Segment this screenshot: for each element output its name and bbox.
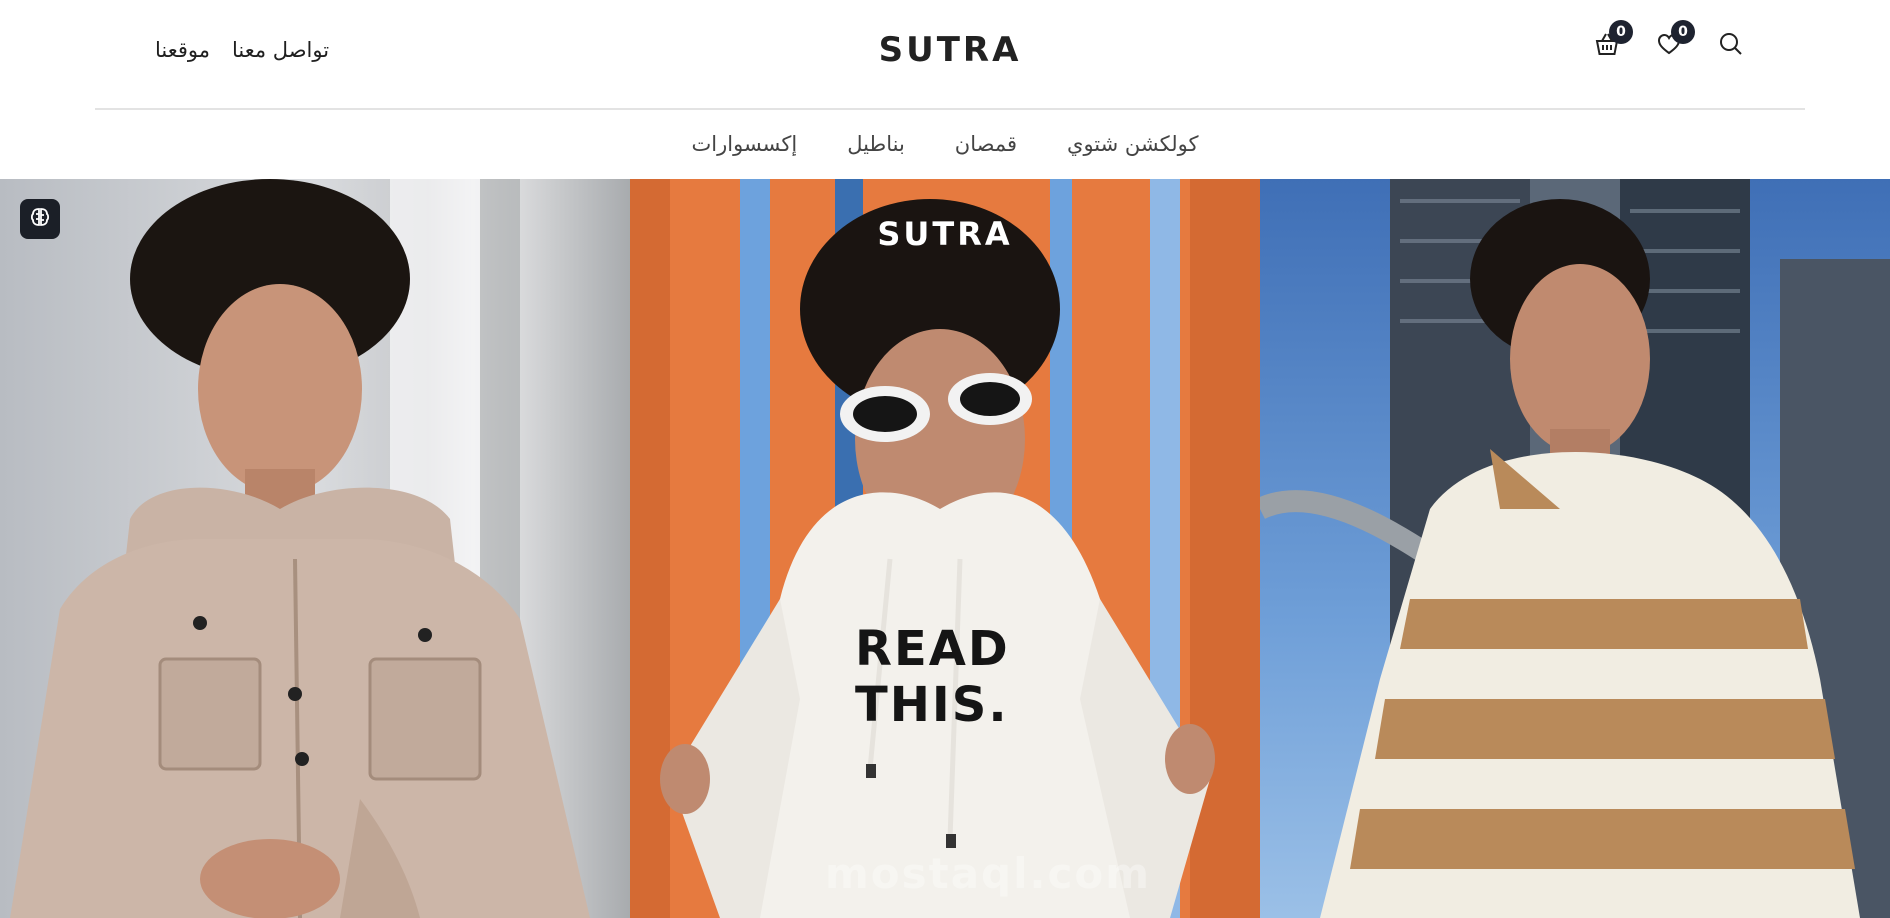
hero-logo: SUTRA: [877, 215, 1013, 253]
location-link[interactable]: موقعنا: [155, 38, 210, 62]
hoodie-model-illustration: [630, 179, 1260, 918]
jacket-model-illustration: [10, 179, 590, 918]
watermark: mostaql.com: [825, 849, 1151, 898]
main-nav: كولكشن شتوي قمصان بناطيل إكسسوارات: [0, 110, 1890, 178]
cart-count-badge: 0: [1609, 20, 1633, 44]
hero-panel-jacket[interactable]: [0, 179, 630, 918]
site-header: تواصل معنا موقعنا SUTRA 0 0 كولكشن شتوي …: [0, 0, 1890, 178]
wishlist-button[interactable]: 0: [1655, 20, 1695, 60]
search-icon: [1718, 31, 1744, 61]
ai-assistant-button[interactable]: [20, 199, 60, 239]
site-logo[interactable]: SUTRA: [879, 30, 1022, 70]
sweater-model-illustration: [1260, 179, 1890, 918]
nav-item-accessories[interactable]: إكسسوارات: [692, 132, 798, 156]
hoodie-print-line2: THIS.: [855, 677, 1009, 733]
hoodie-print-line1: READ: [855, 621, 1010, 677]
hero-panel-hoodie[interactable]: SUTRA READ THIS. mostaql.com: [630, 179, 1260, 918]
hero-panel-sweater[interactable]: [1260, 179, 1890, 918]
top-bar: تواصل معنا موقعنا SUTRA 0 0: [95, 0, 1805, 110]
nav-item-shirts[interactable]: قمصان: [955, 132, 1017, 156]
contact-link[interactable]: تواصل معنا: [232, 38, 329, 62]
brain-icon: [29, 206, 51, 232]
top-links: تواصل معنا موقعنا: [155, 38, 329, 62]
nav-item-pants[interactable]: بناطيل: [847, 132, 905, 156]
search-button[interactable]: [1717, 32, 1745, 60]
wishlist-count-badge: 0: [1671, 20, 1695, 44]
nav-item-winter-collection[interactable]: كولكشن شتوي: [1067, 132, 1198, 156]
header-actions: 0 0: [1593, 20, 1745, 60]
hero-banner: SUTRA READ THIS. mostaql.com: [0, 179, 1890, 918]
cart-button[interactable]: 0: [1593, 20, 1633, 60]
